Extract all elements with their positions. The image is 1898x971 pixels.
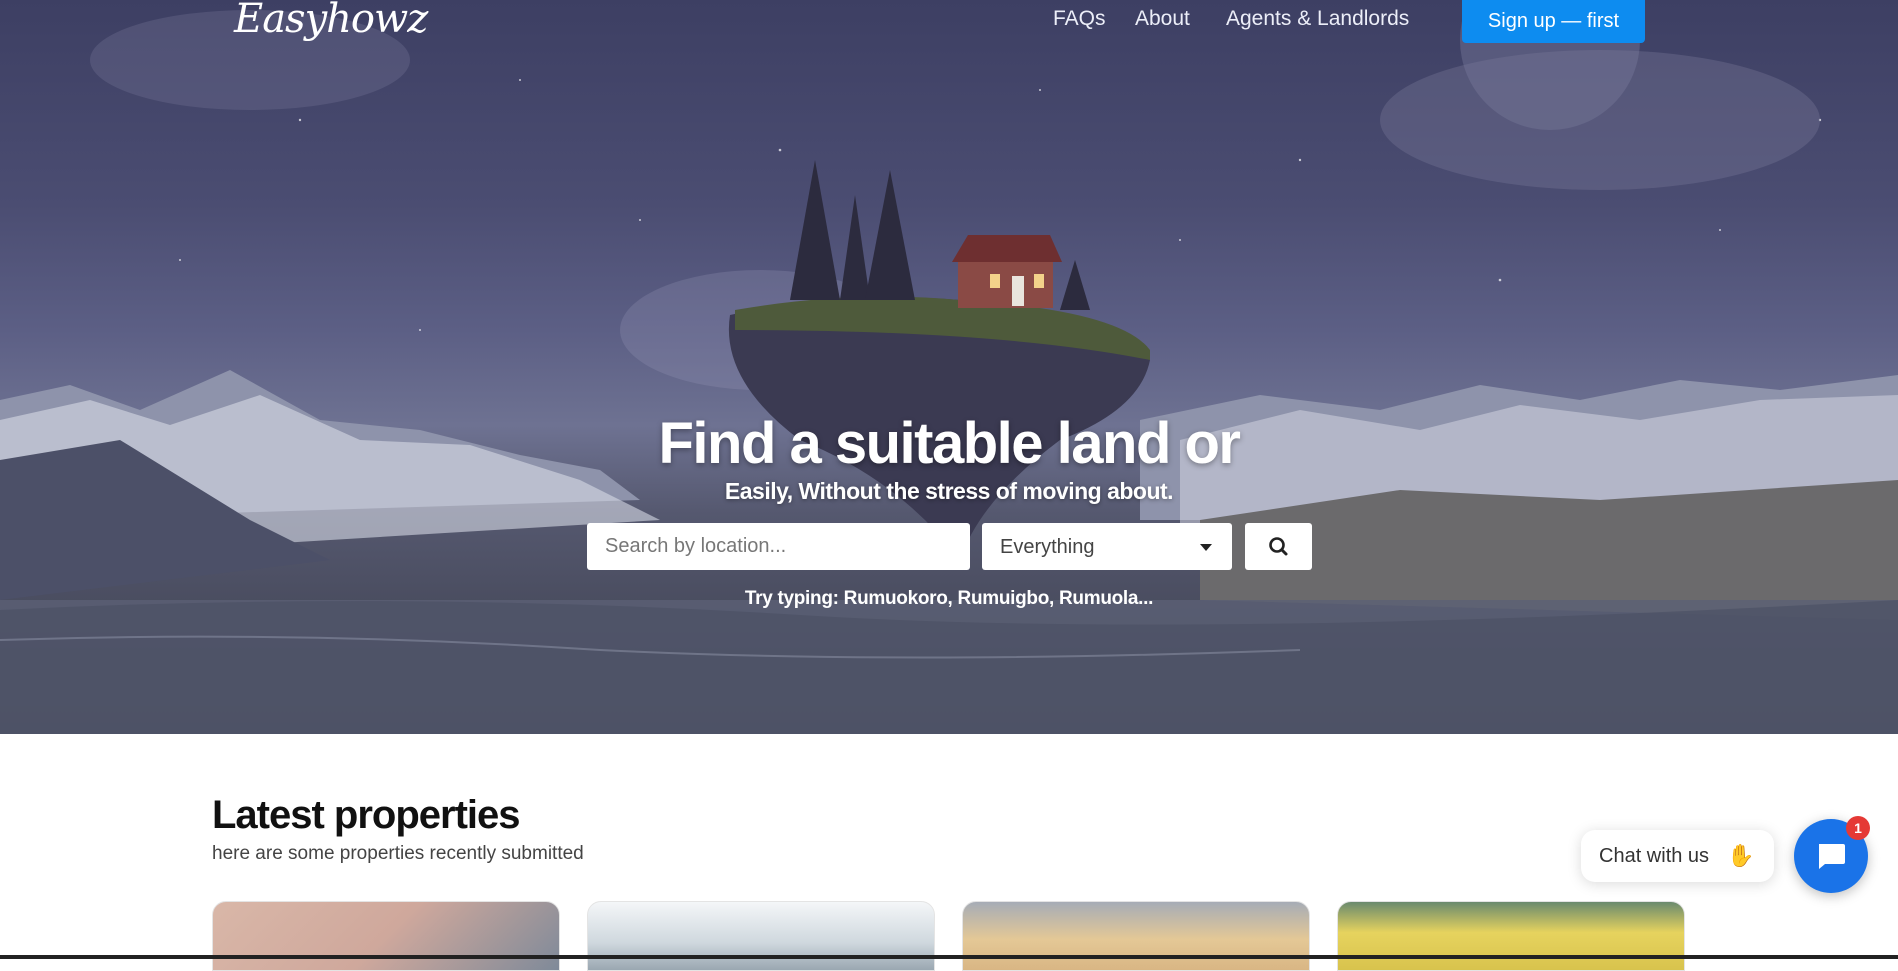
search-icon (1269, 537, 1288, 556)
signup-button[interactable]: Sign up — first (1462, 0, 1645, 43)
caret-down-icon (1200, 544, 1212, 551)
hero-background-image (0, 0, 1898, 734)
chat-notification-badge: 1 (1846, 816, 1870, 840)
top-navbar: Easyhowz FAQs About Agents & Landlords S… (0, 0, 1898, 44)
search-hint: Try typing: Rumuokoro, Rumuigbo, Rumuola… (744, 588, 1154, 609)
latest-properties-title: Latest properties (212, 793, 521, 837)
property-card[interactable] (1337, 901, 1685, 971)
nav-link-agents-landlords[interactable]: Agents & Landlords (1226, 7, 1409, 31)
hero-subline: Easily, Without the stress of moving abo… (724, 478, 1174, 504)
property-card[interactable] (587, 901, 935, 971)
location-search-input[interactable] (587, 523, 970, 570)
hero-headline: Find a suitable land or (658, 411, 1241, 476)
chat-label: Chat with us (1599, 845, 1710, 867)
property-type-value: Everything (1000, 536, 1095, 558)
search-button[interactable] (1245, 523, 1312, 570)
viewport-bottom-edge (0, 955, 1898, 959)
hero-section: Easyhowz FAQs About Agents & Landlords S… (0, 0, 1898, 734)
property-type-select[interactable]: Everything (982, 523, 1232, 570)
latest-properties-subtitle: here are some properties recently submit… (212, 843, 584, 864)
chat-with-us-pill[interactable]: Chat with us ✋ (1581, 830, 1774, 882)
nav-link-faqs[interactable]: FAQs (1053, 7, 1106, 31)
site-logo[interactable]: Easyhowz (234, 0, 428, 42)
wave-hand-icon: ✋ (1727, 843, 1755, 868)
property-card[interactable] (212, 901, 560, 971)
nav-link-about[interactable]: About (1135, 7, 1190, 31)
property-card[interactable] (962, 901, 1310, 971)
